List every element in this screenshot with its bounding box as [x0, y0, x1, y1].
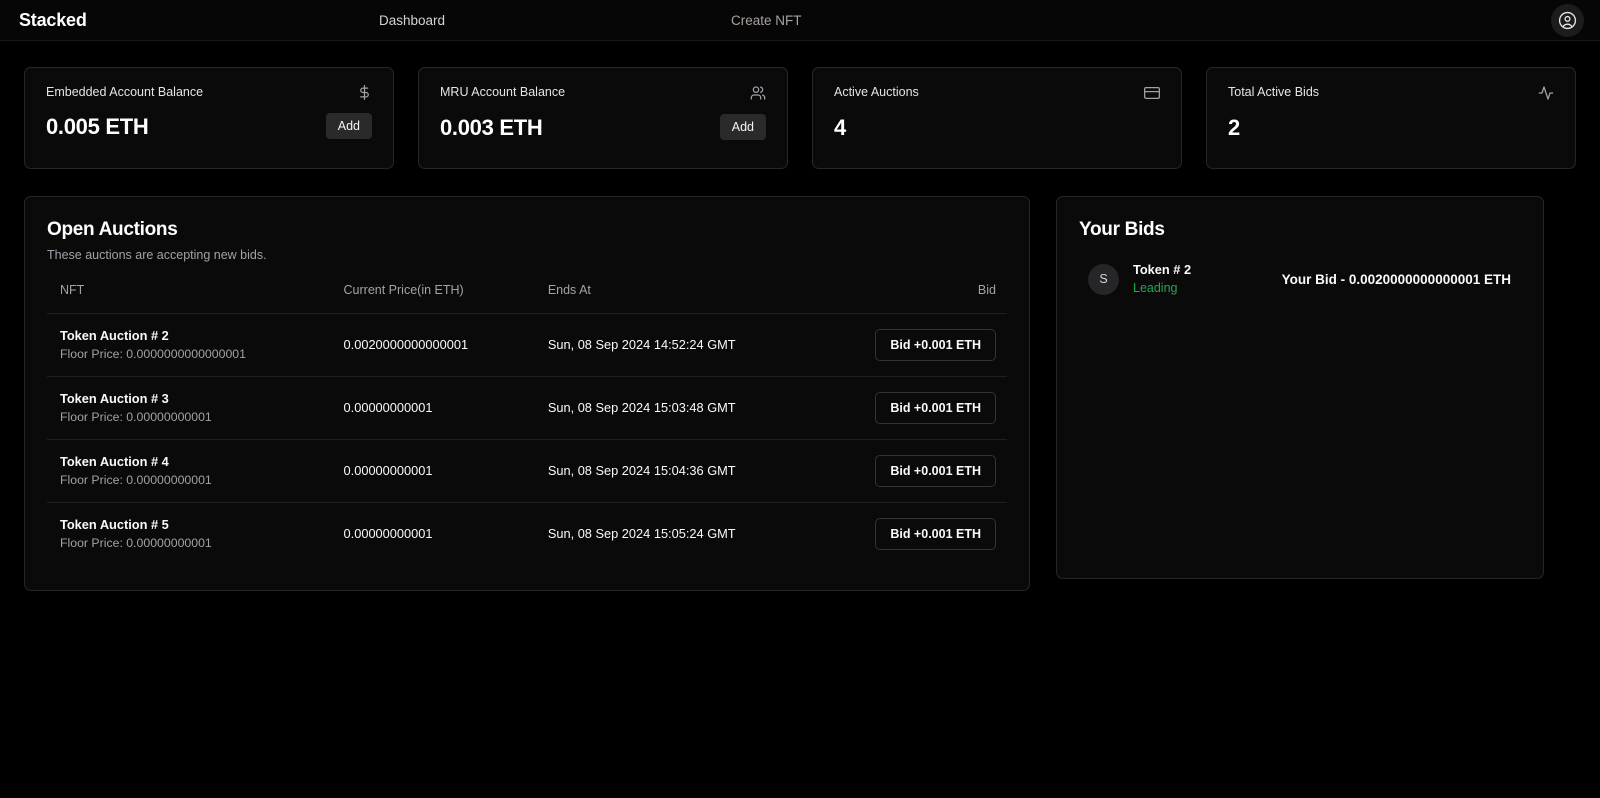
stat-card-value: 4	[834, 115, 846, 140]
stat-card-header: MRU Account Balance	[440, 85, 766, 106]
bid-token-name: Token # 2	[1133, 262, 1192, 277]
cell-current-price: 0.00000000001	[343, 501, 548, 565]
stat-card-body: 0.003 ETH Add	[440, 114, 766, 141]
nav-link-create-nft[interactable]: Create NFT	[731, 13, 802, 28]
add-funds-button-mru[interactable]: Add	[719, 114, 766, 140]
stat-card-body: 4	[834, 115, 1160, 141]
add-funds-button-embedded[interactable]: Add	[325, 113, 372, 139]
table-row: Token Auction # 2 Floor Price: 0.0000000…	[47, 313, 1007, 377]
nft-floor-price: Floor Price: 0.00000000001	[60, 535, 212, 550]
stat-card-header: Total Active Bids	[1228, 85, 1554, 106]
bid-button[interactable]: Bid +0.001 ETH	[875, 517, 996, 550]
stat-card-title: Embedded Account Balance	[46, 85, 204, 99]
nft-name: Token Auction # 4	[60, 453, 169, 469]
nft-name: Token Auction # 3	[60, 390, 169, 406]
cell-ends-at: Sun, 08 Sep 2024 14:52:24 GMT	[547, 313, 876, 377]
cell-ends-at: Sun, 08 Sep 2024 15:05:24 GMT	[547, 501, 876, 565]
cell-nft: Token Auction # 4 Floor Price: 0.0000000…	[47, 438, 344, 503]
stat-card-header: Active Auctions	[834, 85, 1160, 106]
stat-card-value: 0.005 ETH	[46, 114, 149, 139]
dollar-sign-icon	[357, 85, 372, 105]
cell-bid: Bid +0.001 ETH	[875, 375, 1007, 440]
cell-current-price: 0.00000000001	[343, 375, 548, 440]
table-body: Token Auction # 2 Floor Price: 0.0000000…	[47, 313, 1007, 565]
table-row: Token Auction # 3 Floor Price: 0.0000000…	[47, 375, 1007, 440]
stat-card-total-active-bids: Total Active Bids 2	[1206, 67, 1576, 169]
stat-card-active-auctions: Active Auctions 4	[812, 67, 1182, 169]
bid-button[interactable]: Bid +0.001 ETH	[875, 328, 996, 361]
cell-bid: Bid +0.001 ETH	[875, 501, 1007, 565]
table-header-row: NFT Current Price(in ETH) Ends At Bid	[47, 283, 1007, 314]
column-header-ends-at: Ends At	[547, 283, 591, 297]
open-auctions-subtitle: These auctions are accepting new bids.	[47, 248, 267, 262]
stat-card-title: Total Active Bids	[1228, 85, 1320, 99]
cell-bid: Bid +0.001 ETH	[875, 313, 1007, 377]
activity-icon	[1538, 85, 1554, 106]
stat-card-header: Embedded Account Balance	[46, 85, 372, 105]
nav-link-dashboard[interactable]: Dashboard	[379, 13, 445, 28]
cell-ends-at: Sun, 08 Sep 2024 15:03:48 GMT	[547, 375, 876, 440]
open-auctions-panel: Open Auctions These auctions are accepti…	[24, 196, 1030, 592]
top-navbar: Stacked Dashboard Create NFT	[0, 0, 1600, 41]
table-header: NFT Current Price(in ETH) Ends At Bid	[47, 283, 1007, 314]
nft-floor-price: Floor Price: 0.00000000001	[60, 410, 212, 425]
your-bids-panel: Your Bids S Token # 2 Leading Your Bid -…	[1056, 196, 1544, 579]
nft-floor-price: Floor Price: 0.0000000000000001	[60, 347, 246, 362]
cell-current-price: 0.0020000000000001	[343, 313, 548, 377]
stat-card-mru-account-balance: MRU Account Balance 0.003 ETH Add	[418, 67, 788, 169]
main-panels: Open Auctions These auctions are accepti…	[0, 169, 1600, 592]
list-item[interactable]: S Token # 2 Leading Your Bid - 0.0020000…	[1079, 261, 1521, 297]
table-row: Token Auction # 4 Floor Price: 0.0000000…	[47, 438, 1007, 503]
stats-row: Embedded Account Balance 0.005 ETH Add M…	[0, 41, 1600, 169]
cell-ends-at: Sun, 08 Sep 2024 15:04:36 GMT	[547, 438, 876, 503]
bid-button[interactable]: Bid +0.001 ETH	[875, 391, 996, 424]
stat-card-body: 2	[1228, 115, 1554, 141]
column-header-current-price: Current Price(in ETH)	[343, 283, 464, 297]
stat-card-value: 2	[1228, 115, 1240, 140]
nft-name: Token Auction # 2	[60, 328, 169, 343]
open-auctions-title: Open Auctions	[47, 219, 178, 240]
account-avatar-button[interactable]	[1551, 4, 1584, 37]
stat-card-value: 0.003 ETH	[440, 115, 543, 140]
column-header-nft: NFT	[60, 283, 85, 297]
stat-card-body: 0.005 ETH Add	[46, 113, 372, 140]
your-bids-list: S Token # 2 Leading Your Bid - 0.0020000…	[1079, 261, 1521, 297]
cell-nft: Token Auction # 2 Floor Price: 0.0000000…	[47, 313, 344, 377]
status-badge: Leading	[1133, 280, 1178, 295]
brand-logo: Stacked	[19, 9, 87, 30]
stat-card-embedded-account-balance: Embedded Account Balance 0.005 ETH Add	[24, 67, 394, 169]
stat-card-title: MRU Account Balance	[440, 85, 566, 99]
open-auctions-table: NFT Current Price(in ETH) Ends At Bid To…	[47, 283, 1007, 565]
credit-card-icon	[1144, 85, 1160, 106]
avatar: S	[1088, 263, 1119, 295]
cell-bid: Bid +0.001 ETH	[875, 438, 1007, 503]
nft-name: Token Auction # 5	[60, 516, 169, 532]
table-row: Token Auction # 5 Floor Price: 0.0000000…	[47, 501, 1007, 565]
bid-info: Token # 2 Leading	[1133, 261, 1191, 297]
cell-nft: Token Auction # 3 Floor Price: 0.0000000…	[47, 375, 344, 440]
bid-amount: Your Bid - 0.0020000000000001 ETH	[1281, 271, 1511, 287]
bid-button[interactable]: Bid +0.001 ETH	[875, 454, 996, 487]
your-bids-title: Your Bids	[1079, 219, 1165, 240]
cell-nft: Token Auction # 5 Floor Price: 0.0000000…	[47, 501, 344, 565]
user-circle-icon	[1558, 11, 1577, 30]
column-header-bid: Bid	[977, 283, 996, 297]
cell-current-price: 0.00000000001	[343, 438, 548, 503]
stat-card-title: Active Auctions	[834, 85, 919, 99]
nft-floor-price: Floor Price: 0.00000000001	[60, 472, 212, 487]
users-icon	[750, 85, 766, 106]
